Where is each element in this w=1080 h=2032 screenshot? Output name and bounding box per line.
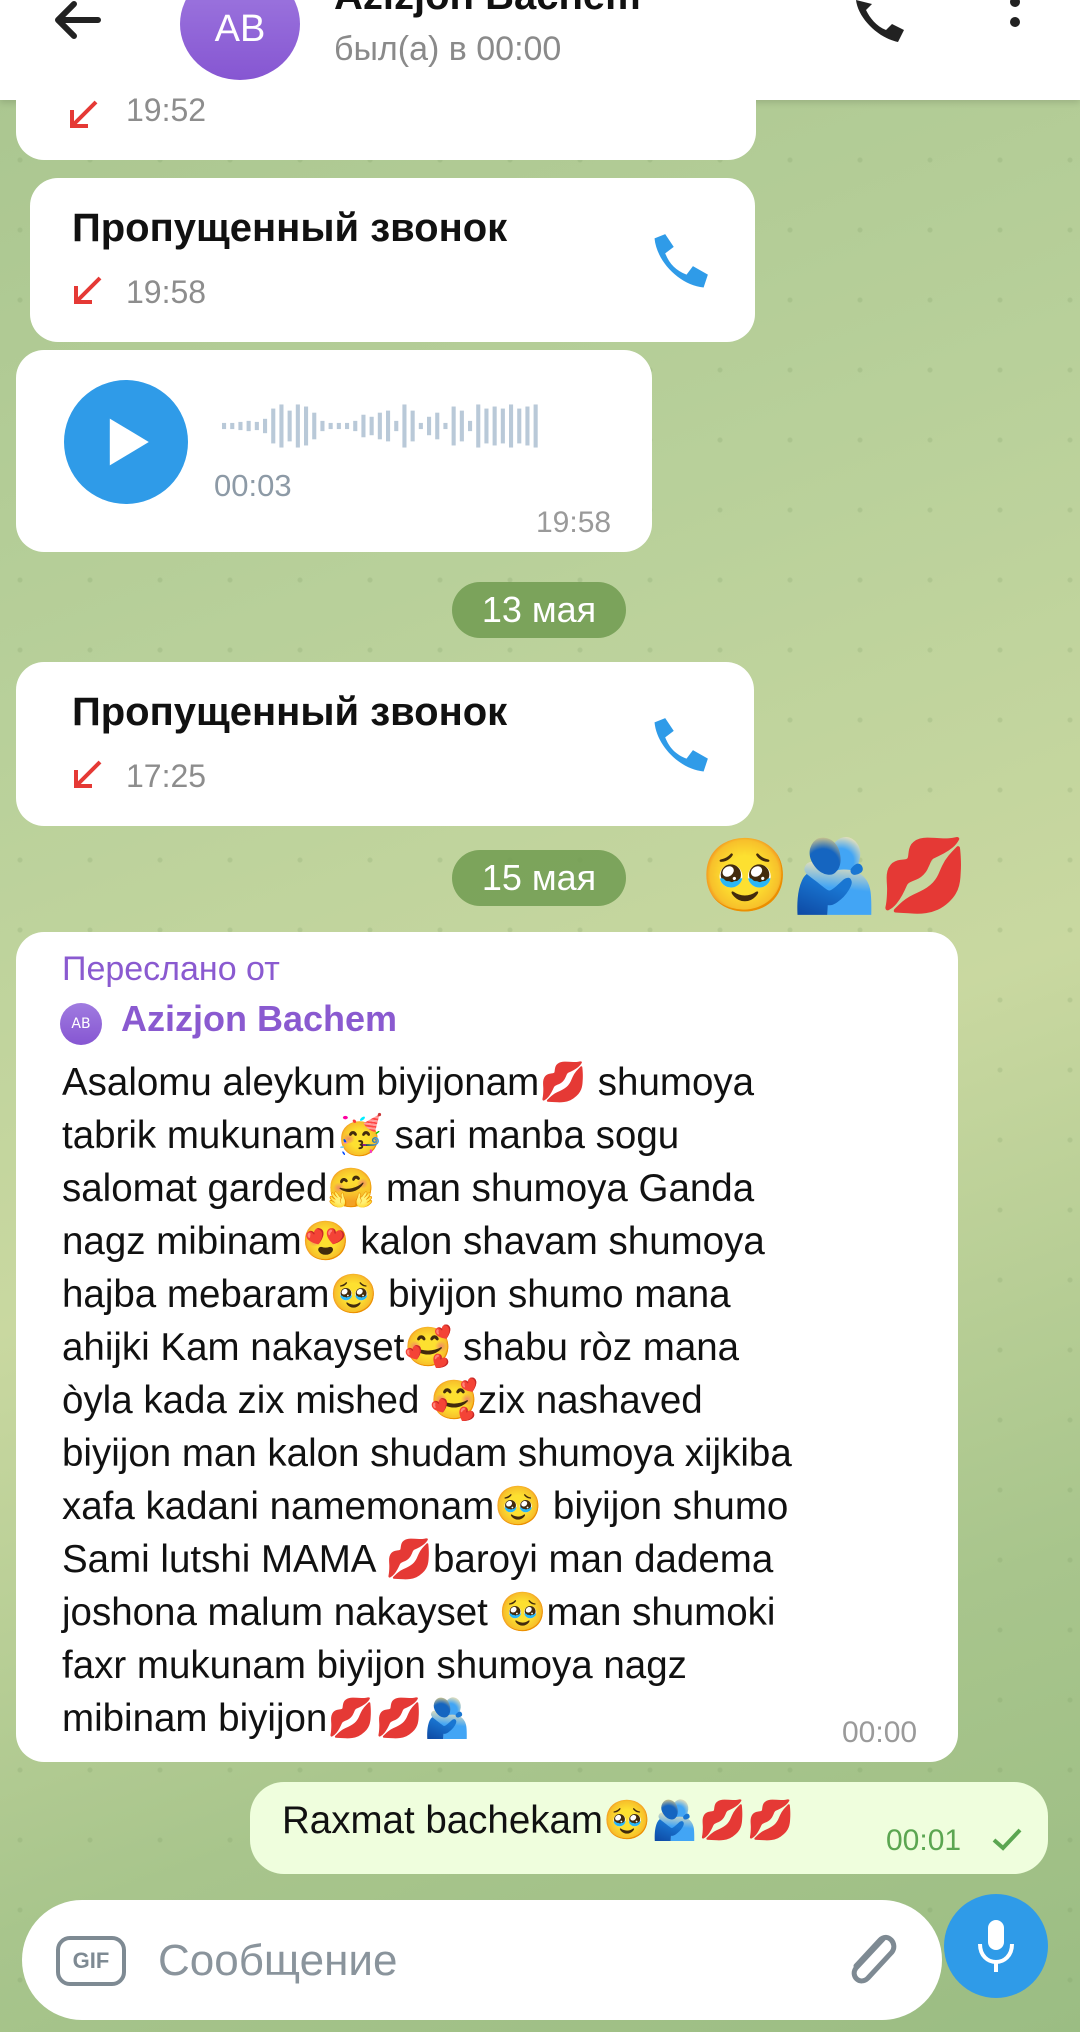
message-text: Raxmat bachekam🥹🫂💋💋 xyxy=(282,1799,795,1842)
message-time: 00:00 xyxy=(842,1716,918,1749)
date-separator: 15 мая xyxy=(452,850,626,906)
message-time: 19:58 xyxy=(536,506,612,539)
play-icon xyxy=(109,418,149,466)
phone-call-icon[interactable] xyxy=(850,0,910,50)
back-arrow-icon[interactable] xyxy=(48,0,108,50)
message-text: Asalomu aleykum biyijonam💋 shumoya tabri… xyxy=(62,1061,792,1740)
voice-waveform[interactable] xyxy=(222,400,632,452)
call-time: 17:25 xyxy=(126,758,207,794)
phone-icon[interactable] xyxy=(646,232,710,296)
forwarded-avatar[interactable]: AB xyxy=(60,1003,102,1045)
missed-call-label: Пропущенный звонок xyxy=(72,690,508,734)
forwarded-from-name[interactable]: Azizjon Bachem xyxy=(121,998,397,1040)
voice-record-button[interactable] xyxy=(944,1894,1048,1998)
gif-button[interactable]: GIF xyxy=(56,1936,126,1986)
play-button[interactable] xyxy=(64,380,188,504)
message-time: 00:01 xyxy=(886,1824,962,1857)
chat-header: AB Azizjon Bachem был(а) в 00:00 xyxy=(0,0,1080,100)
missed-call-arrow-icon xyxy=(74,760,102,788)
missed-call-arrow-icon xyxy=(70,100,98,128)
last-seen-status: был(а) в 00:00 xyxy=(334,30,562,68)
forwarded-from-label: Переслано от xyxy=(62,950,280,988)
message-input[interactable] xyxy=(156,1928,720,1994)
reaction-emojis[interactable]: 🥹🫂💋 xyxy=(700,830,969,920)
message-composer: GIF xyxy=(22,1900,942,2020)
missed-call-arrow-icon xyxy=(74,276,102,304)
missed-call-bubble-partial[interactable]: 19:52 xyxy=(16,90,756,160)
missed-call-bubble[interactable]: Пропущенный звонок 19:58 xyxy=(30,178,755,342)
voice-message-bubble[interactable]: 00:03 19:58 xyxy=(16,350,652,552)
contact-name[interactable]: Azizjon Bachem xyxy=(334,0,641,19)
missed-call-label: Пропущенный звонок xyxy=(72,206,508,250)
call-time: 19:58 xyxy=(126,274,207,310)
sent-check-icon xyxy=(992,1828,1022,1851)
voice-duration: 00:03 xyxy=(214,468,292,503)
call-time: 19:52 xyxy=(126,92,207,128)
missed-call-bubble[interactable]: Пропущенный звонок 17:25 xyxy=(16,662,754,826)
attach-paperclip-icon[interactable] xyxy=(840,1924,900,1994)
more-options-icon[interactable] xyxy=(1000,0,1030,50)
phone-icon[interactable] xyxy=(646,716,710,780)
microphone-icon xyxy=(978,1920,1014,1972)
outgoing-message-bubble[interactable]: Raxmat bachekam🥹🫂💋💋 00:01 xyxy=(250,1782,1048,1874)
date-separator: 13 мая xyxy=(452,582,626,638)
avatar[interactable]: AB xyxy=(180,0,300,80)
